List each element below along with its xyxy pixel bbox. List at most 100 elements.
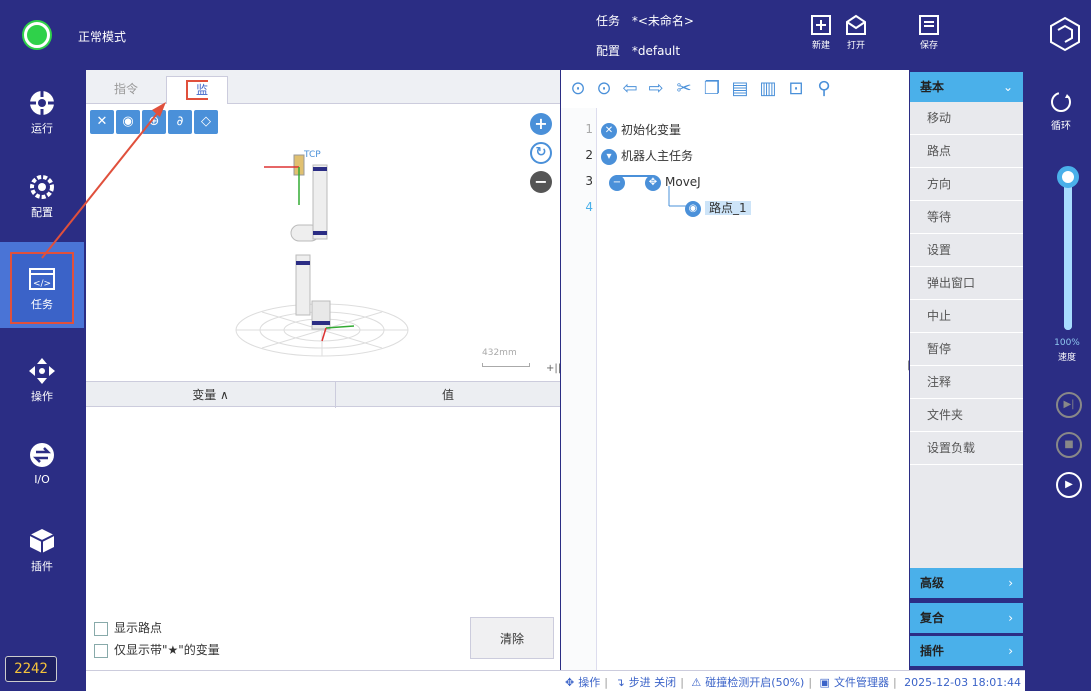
show-waypoints-checkbox[interactable]: 显示路点 xyxy=(94,619,162,637)
column-variable[interactable]: 变量 ∧ xyxy=(86,382,336,408)
waypoint-icon: ◉ xyxy=(685,200,701,217)
config-name: 配置 *default xyxy=(596,42,680,59)
file-manager-icon: ▣ xyxy=(819,676,830,689)
counter-display: 2242 xyxy=(5,656,57,682)
nav-label-operate: 操作 xyxy=(31,390,53,403)
show-starred-label: 仅显示带"★"的变量 xyxy=(114,643,220,657)
category-advanced[interactable]: 高级 › xyxy=(910,568,1023,598)
show-starred-checkbox[interactable]: 仅显示带"★"的变量 xyxy=(94,641,220,659)
program-toolbar: ⊙ ⊙ ⇦ ⇨ ✂ ❐ ▤ ▥ ⊡ ⚲ xyxy=(561,70,909,108)
robot-arm-model: TCP xyxy=(235,150,409,357)
loop-button[interactable]: 循环 xyxy=(1044,90,1078,132)
collision-icon: ⚠ xyxy=(691,676,702,689)
step-button[interactable]: ▶| xyxy=(1056,392,1082,418)
cmd-move[interactable]: 移动 xyxy=(910,102,1023,135)
top-bar: 正常模式 任务 *<未命名> 配置 *default 新建 打开 保存 xyxy=(0,0,1091,70)
checkbox-box[interactable] xyxy=(94,621,108,636)
tree-node-init-vars[interactable]: ✕ 初始化变量 xyxy=(601,120,681,140)
status-datetime: 2025-12-03 18:01:44 xyxy=(904,676,1021,689)
new-button[interactable]: 新建 xyxy=(801,14,841,60)
search-icon[interactable]: ⚲ xyxy=(813,78,835,100)
move-down-icon[interactable]: ⊙ xyxy=(593,78,615,100)
column-value[interactable]: 值 xyxy=(336,382,560,408)
move-up-icon[interactable]: ⊙ xyxy=(567,78,589,100)
loop-label: 循环 xyxy=(1051,121,1071,132)
cmd-popup[interactable]: 弹出窗口 xyxy=(910,267,1023,300)
step-icon: ↴ xyxy=(615,676,625,689)
undo-icon[interactable]: ⇦ xyxy=(619,78,641,100)
chevron-right-icon: › xyxy=(1008,644,1013,658)
command-palette: 基本 ⌄ 移动 路点 方向 等待 设置 弹出窗口 中止 暂停 注释 文件夹 设置负… xyxy=(910,70,1025,670)
tree-node-movej[interactable]: − ✥ MoveJ xyxy=(609,172,701,192)
io-icon xyxy=(30,443,54,467)
save-label: 保存 xyxy=(919,41,938,51)
speed-label: 速度 xyxy=(1057,353,1076,363)
config-icon xyxy=(30,175,54,199)
basic-command-list: 移动 路点 方向 等待 设置 弹出窗口 中止 暂停 注释 文件夹 设置负载 xyxy=(910,102,1023,568)
copy-icon[interactable]: ❐ xyxy=(701,78,723,100)
step-forward-icon: ▶| xyxy=(1063,399,1075,410)
speed-slider-handle[interactable] xyxy=(1057,166,1079,188)
expand-down-icon[interactable]: ▾ xyxy=(601,148,617,165)
save-button[interactable]: 保存 xyxy=(909,14,949,60)
new-label: 新建 xyxy=(811,41,830,51)
redo-icon[interactable]: ⇨ xyxy=(645,78,667,100)
cmd-set[interactable]: 设置 xyxy=(910,234,1023,267)
cmd-wait[interactable]: 等待 xyxy=(910,201,1023,234)
nav-item-config[interactable]: 配置 xyxy=(10,162,74,234)
cmd-comment[interactable]: 注释 xyxy=(910,366,1023,399)
status-text: ✥ 操作 | ↴ 步进 关闭 | ⚠ 碰撞检测开启(50%) | ▣ 文件管理器 | 2025-… xyxy=(561,674,1021,690)
play-icon: ▶ xyxy=(1065,479,1073,490)
speed-slider[interactable] xyxy=(1064,170,1072,330)
stop-button[interactable]: ■ xyxy=(1056,432,1082,458)
cmd-direction[interactable]: 方向 xyxy=(910,168,1023,201)
clear-button[interactable]: 清除 xyxy=(470,617,554,659)
robot-3d-view[interactable]: ✕ ◉ ⊕ ∂ ◇ + ↻ − TCP 432mm +|| xyxy=(86,105,561,381)
delete-icon[interactable]: ▥ xyxy=(757,78,779,100)
open-button[interactable]: 打开 xyxy=(836,14,876,60)
cut-icon[interactable]: ✂ xyxy=(673,78,695,100)
category-basic[interactable]: 基本 ⌄ xyxy=(910,72,1023,102)
new-file-icon xyxy=(811,15,831,35)
line-number: 1 xyxy=(585,122,593,136)
nav-item-run[interactable]: 运行 xyxy=(10,78,74,150)
nav-label-plugin: 插件 xyxy=(31,560,53,573)
category-plugin[interactable]: 插件 › xyxy=(910,636,1023,666)
task-key: 任务 xyxy=(596,14,621,28)
status-file-manager[interactable]: 文件管理器 xyxy=(834,676,889,689)
status-collision[interactable]: 碰撞检测开启(50%) xyxy=(705,676,804,689)
status-operate[interactable]: 操作 xyxy=(578,676,600,689)
nav-item-io[interactable]: I/O xyxy=(10,430,74,502)
nav-label-io: I/O xyxy=(34,473,50,486)
open-folder-icon xyxy=(846,14,866,35)
checkbox-box[interactable] xyxy=(94,643,108,658)
nav-item-plugin[interactable]: 插件 xyxy=(10,516,74,588)
suppress-icon[interactable]: ⊡ xyxy=(785,78,807,100)
nav-item-operate[interactable]: 操作 xyxy=(10,346,74,418)
tab-monitor[interactable]: 监控 xyxy=(166,76,228,126)
tree-node-main-task[interactable]: ▾ 机器人主任务 xyxy=(601,146,693,166)
panel-tabs: 指令 监控 xyxy=(86,70,560,126)
cmd-waypoint[interactable]: 路点 xyxy=(910,135,1023,168)
cmd-folder[interactable]: 文件夹 xyxy=(910,399,1023,432)
collapse-icon[interactable]: − xyxy=(609,174,625,191)
category-composite[interactable]: 复合 › xyxy=(910,603,1023,633)
collapse-handle-icon[interactable]: +|| xyxy=(546,363,561,374)
cmd-pause[interactable]: 暂停 xyxy=(910,333,1023,366)
cmd-set-payload[interactable]: 设置负载 xyxy=(910,432,1023,465)
paste-icon[interactable]: ▤ xyxy=(729,78,751,100)
tree-node-waypoint[interactable]: ◉ 路点_1 xyxy=(685,198,751,218)
status-step[interactable]: 步进 关闭 xyxy=(629,676,677,689)
tab-commands[interactable]: 指令 xyxy=(86,76,166,104)
play-button[interactable]: ▶ xyxy=(1056,472,1082,498)
nav-item-task[interactable]: </> 任务 xyxy=(10,252,74,324)
app-window: 正常模式 任务 *<未命名> 配置 *default 新建 打开 保存 运行 配… xyxy=(0,0,1091,691)
config-key: 配置 xyxy=(596,44,621,58)
stop-icon: ■ xyxy=(1064,439,1074,450)
node-label: MoveJ xyxy=(665,175,701,189)
svg-text:</>: </> xyxy=(33,279,51,289)
init-variables-icon: ✕ xyxy=(601,122,617,139)
mode-label: 正常模式 xyxy=(78,30,127,44)
cmd-halt[interactable]: 中止 xyxy=(910,300,1023,333)
plugin-cube-icon xyxy=(29,529,55,553)
